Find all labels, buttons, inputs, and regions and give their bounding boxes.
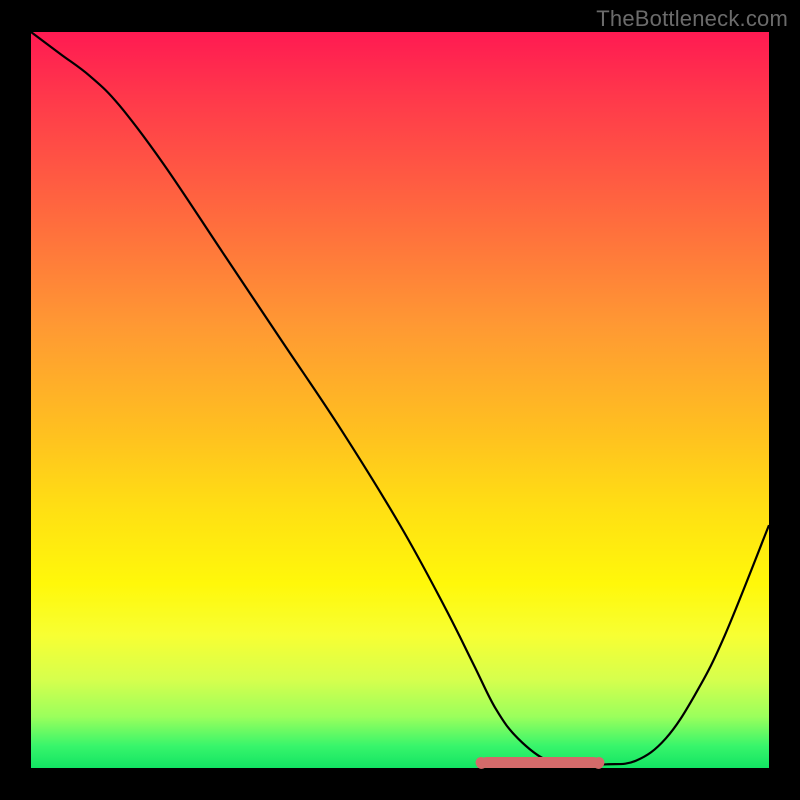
bottleneck-curve xyxy=(31,32,769,768)
chart-plot-area xyxy=(31,32,769,768)
watermark-text: TheBottleneck.com xyxy=(596,6,788,32)
highlight-segment xyxy=(481,757,599,768)
bottleneck-curve-path xyxy=(31,32,769,765)
